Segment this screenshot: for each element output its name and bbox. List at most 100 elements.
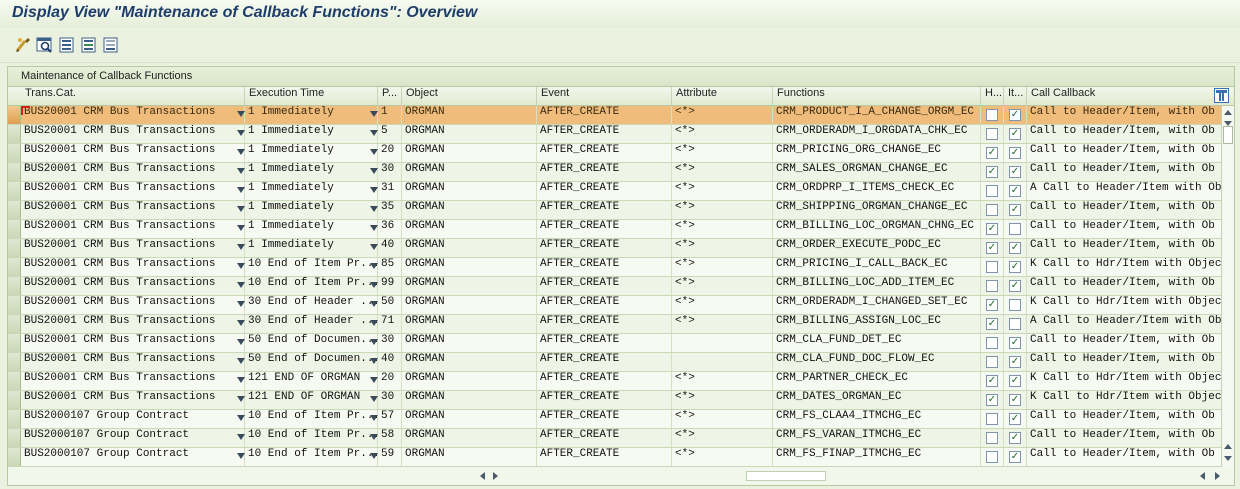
- cell-functions[interactable]: CRM_SHIPPING_ORGMAN_CHANGE_EC: [773, 201, 981, 219]
- header-checkbox[interactable]: ✓: [986, 223, 998, 235]
- cell-trans-cat[interactable]: BUS20001 CRM Bus Transactions: [21, 334, 245, 352]
- header-checkbox[interactable]: [986, 109, 998, 121]
- column-header-header[interactable]: H...: [981, 87, 1004, 105]
- cell-execution-time[interactable]: 1 Immediately: [245, 163, 378, 181]
- item-checkbox[interactable]: [1009, 299, 1021, 311]
- cell-call-callback[interactable]: Call to Header/Item, with Ob: [1027, 448, 1221, 466]
- cell-call-callback[interactable]: Call to Header/Item, with Ob: [1027, 353, 1221, 371]
- cell-functions[interactable]: CRM_BILLING_LOC_ADD_ITEM_EC: [773, 277, 981, 295]
- column-scroll-left-button[interactable]: [1198, 471, 1208, 481]
- cell-object[interactable]: ORGMAN: [402, 448, 537, 466]
- cell-execution-time[interactable]: 121 END OF ORGMAN: [245, 391, 378, 409]
- trans-cat-dropdown-icon[interactable]: [237, 206, 245, 212]
- item-checkbox[interactable]: [1009, 223, 1021, 235]
- cell-execution-time[interactable]: 10 End of Item Pr...: [245, 277, 378, 295]
- header-checkbox[interactable]: [986, 204, 998, 216]
- trans-cat-dropdown-icon[interactable]: [237, 358, 245, 364]
- cell-trans-cat[interactable]: BUS20001 CRM Bus Transactions: [21, 277, 245, 295]
- cell-execution-time[interactable]: 1 Immediately: [245, 106, 378, 124]
- cell-execution-time[interactable]: 50 End of Documen...: [245, 334, 378, 352]
- cell-attribute[interactable]: <*>: [672, 448, 773, 466]
- cell-object[interactable]: ORGMAN: [402, 334, 537, 352]
- cell-priority[interactable]: 71: [378, 315, 402, 333]
- scroll-down-button[interactable]: [1223, 453, 1233, 463]
- table-settings-button[interactable]: [1214, 88, 1229, 103]
- cell-trans-cat[interactable]: BUS20001 CRM Bus Transactions: [21, 144, 245, 162]
- cell-execution-time[interactable]: 10 End of Item Pr...: [245, 258, 378, 276]
- cell-attribute[interactable]: <*>: [672, 182, 773, 200]
- cell-object[interactable]: ORGMAN: [402, 277, 537, 295]
- cell-execution-time[interactable]: 50 End of Documen...: [245, 353, 378, 371]
- cell-call-callback[interactable]: K Call to Hdr/Item with Objec: [1027, 258, 1221, 276]
- execution-time-dropdown-icon[interactable]: [370, 149, 378, 155]
- row-selector[interactable]: [8, 334, 21, 352]
- cell-trans-cat[interactable]: BUS20001 CRM Bus Transactions: [21, 220, 245, 238]
- cell-execution-time[interactable]: 1 Immediately: [245, 220, 378, 238]
- cell-call-callback[interactable]: Call to Header/Item, with Ob: [1027, 410, 1221, 428]
- cell-execution-time[interactable]: 30 End of Header ...: [245, 315, 378, 333]
- item-checkbox[interactable]: ✓: [1009, 242, 1021, 254]
- cell-execution-time[interactable]: 1 Immediately: [245, 201, 378, 219]
- cell-priority[interactable]: 5: [378, 125, 402, 143]
- cell-functions[interactable]: CRM_ORDPRP_I_ITEMS_CHECK_EC: [773, 182, 981, 200]
- cell-attribute[interactable]: <*>: [672, 239, 773, 257]
- item-checkbox[interactable]: ✓: [1009, 337, 1021, 349]
- trans-cat-dropdown-icon[interactable]: [237, 111, 245, 117]
- cell-object[interactable]: ORGMAN: [402, 258, 537, 276]
- row-selector[interactable]: [8, 106, 21, 124]
- cell-object[interactable]: ORGMAN: [402, 125, 537, 143]
- execution-time-dropdown-icon[interactable]: [370, 130, 378, 136]
- cell-event[interactable]: AFTER_CREATE: [537, 201, 672, 219]
- cell-event[interactable]: AFTER_CREATE: [537, 182, 672, 200]
- header-checkbox[interactable]: ✓: [986, 166, 998, 178]
- row-selector[interactable]: [8, 372, 21, 390]
- header-checkbox[interactable]: ✓: [986, 299, 998, 311]
- cell-call-callback[interactable]: K Call to Hdr/Item with Objec: [1027, 372, 1221, 390]
- item-checkbox[interactable]: ✓: [1009, 394, 1021, 406]
- execution-time-dropdown-icon[interactable]: [370, 396, 378, 402]
- cell-functions[interactable]: CRM_FS_VARAN_ITMCHG_EC: [773, 429, 981, 447]
- trans-cat-dropdown-icon[interactable]: [237, 453, 245, 459]
- trans-cat-dropdown-icon[interactable]: [237, 396, 245, 402]
- cell-event[interactable]: AFTER_CREATE: [537, 125, 672, 143]
- cell-object[interactable]: ORGMAN: [402, 220, 537, 238]
- cell-priority[interactable]: 31: [378, 182, 402, 200]
- cell-execution-time[interactable]: 10 End of Item Pr...: [245, 448, 378, 466]
- cell-event[interactable]: AFTER_CREATE: [537, 372, 672, 390]
- deselect-all-button[interactable]: [102, 36, 120, 54]
- scroll-up-button[interactable]: [1223, 108, 1233, 118]
- table-row[interactable]: BUS20001 CRM Bus Transactions 1 Immediate…: [8, 201, 1234, 220]
- cell-functions[interactable]: CRM_BILLING_LOC_ORGMAN_CHNG_EC: [773, 220, 981, 238]
- item-checkbox[interactable]: [1009, 318, 1021, 330]
- cell-trans-cat[interactable]: BUS20001 CRM Bus Transactions: [21, 315, 245, 333]
- cell-execution-time[interactable]: 30 End of Header ...: [245, 296, 378, 314]
- column-header-attribute[interactable]: Attribute: [672, 87, 773, 105]
- cell-priority[interactable]: 30: [378, 334, 402, 352]
- table-row[interactable]: BUS20001 CRM Bus Transactions 30 End of H…: [8, 315, 1234, 334]
- cell-functions[interactable]: CRM_PRODUCT_I_A_CHANGE_ORGM_EC: [773, 106, 981, 124]
- trans-cat-dropdown-icon[interactable]: [237, 149, 245, 155]
- cell-attribute[interactable]: <*>: [672, 372, 773, 390]
- table-row[interactable]: BUS20001 CRM Bus Transactions 1 Immediate…: [8, 239, 1234, 258]
- cell-event[interactable]: AFTER_CREATE: [537, 315, 672, 333]
- cell-priority[interactable]: 1: [378, 106, 402, 124]
- cell-priority[interactable]: 30: [378, 163, 402, 181]
- table-row[interactable]: BUS20001 CRM Bus Transactions 121 END OF …: [8, 372, 1234, 391]
- cell-object[interactable]: ORGMAN: [402, 391, 537, 409]
- execution-time-dropdown-icon[interactable]: [370, 434, 378, 440]
- cell-functions[interactable]: CRM_CLA_FUND_DET_EC: [773, 334, 981, 352]
- cell-object[interactable]: ORGMAN: [402, 296, 537, 314]
- cell-event[interactable]: AFTER_CREATE: [537, 106, 672, 124]
- row-selector[interactable]: [8, 410, 21, 428]
- cell-object[interactable]: ORGMAN: [402, 239, 537, 257]
- trans-cat-dropdown-icon[interactable]: [237, 168, 245, 174]
- execution-time-dropdown-icon[interactable]: [370, 187, 378, 193]
- cell-functions[interactable]: CRM_PARTNER_CHECK_EC: [773, 372, 981, 390]
- cell-attribute[interactable]: <*>: [672, 125, 773, 143]
- cell-priority[interactable]: 99: [378, 277, 402, 295]
- column-header-object[interactable]: Object: [402, 87, 537, 105]
- table-row[interactable]: BUS20001 CRM Bus Transactions 1 Immediate…: [8, 144, 1234, 163]
- cell-priority[interactable]: 58: [378, 429, 402, 447]
- vertical-scrollbar[interactable]: [1221, 106, 1234, 467]
- cell-event[interactable]: AFTER_CREATE: [537, 239, 672, 257]
